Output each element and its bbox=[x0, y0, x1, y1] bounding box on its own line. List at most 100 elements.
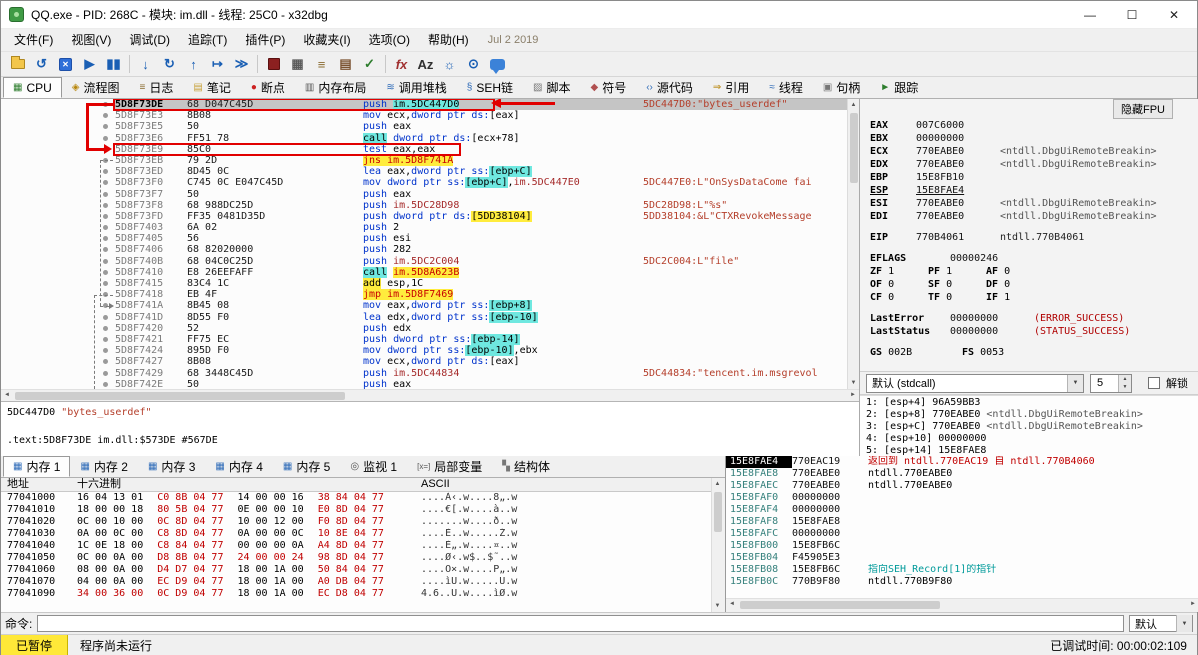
memory-row[interactable]: 77041070 04 00 0A 00 EC D9 04 77 18 00 1A 0… bbox=[1, 576, 711, 588]
case-button[interactable]: Az bbox=[414, 53, 437, 75]
instruction-dot[interactable] bbox=[103, 113, 108, 119]
instruction-dot[interactable] bbox=[103, 381, 108, 387]
register-edi[interactable]: EDI 770EABE0 <ntdll.DbgUiRemoteBreakin> bbox=[870, 210, 1198, 223]
disasm-hscrollbar[interactable]: ◄ ► bbox=[1, 389, 859, 401]
hide-fpu-button[interactable]: 隐藏FPU bbox=[1113, 99, 1173, 119]
stack-row[interactable]: 15E8FB08 15E8FB6C 指向SEH_Record[1]的指针 bbox=[726, 564, 1198, 576]
scroll-left-icon[interactable]: ◄ bbox=[1, 390, 13, 401]
disasm-row[interactable]: 5D8F740B 68 04C0C25D push im.5DC2C004 5DC2C… bbox=[1, 256, 847, 267]
pause-button[interactable]: ▮▮ bbox=[102, 53, 125, 75]
stack-arg-row[interactable]: 2: [esp+8] 770EABE0 <ntdll.DbgUiRemoteBr… bbox=[866, 409, 1193, 421]
settings-button[interactable]: ☼ bbox=[438, 53, 461, 75]
memory-vscrollbar[interactable]: ▲ ▼ bbox=[711, 478, 725, 612]
instruction-dot[interactable] bbox=[103, 236, 108, 242]
instruction-dot[interactable] bbox=[103, 348, 108, 354]
unlock-checkbox[interactable] bbox=[1148, 377, 1160, 389]
stack-row[interactable]: 15E8FAFC 00000000 bbox=[726, 528, 1198, 540]
disasm-row[interactable]: 5D8F73F7 50 push eax bbox=[1, 189, 847, 200]
instruction-dot[interactable] bbox=[103, 180, 108, 186]
stop-button[interactable] bbox=[54, 53, 77, 75]
tab-dump5[interactable]: ▦ 内存 5 bbox=[273, 456, 340, 477]
menu-item-trace[interactable]: 追踪(T) bbox=[179, 29, 236, 51]
memory-row[interactable]: 77041020 0C 00 10 00 0C 8D 04 77 10 00 12 0… bbox=[1, 516, 711, 528]
register-eax[interactable]: EAX 007C6000 bbox=[870, 119, 1198, 132]
disasm-row[interactable]: 5D8F7429 68 3448C45D push im.5DC44834 5DC44… bbox=[1, 368, 847, 379]
disasm-row[interactable]: 5D8F73E3 8B08 mov ecx,dword ptr ds:[eax] bbox=[1, 110, 847, 121]
maximize-button[interactable]: ☐ bbox=[1111, 2, 1153, 28]
tab-seh[interactable]: § SEH链 bbox=[457, 77, 523, 98]
menu-item-plugins[interactable]: 插件(P) bbox=[236, 29, 294, 51]
flag-sf[interactable]: SF 0 bbox=[928, 278, 986, 291]
flag-if[interactable]: IF 1 bbox=[986, 291, 1044, 304]
register-ebx[interactable]: EBX 00000000 bbox=[870, 132, 1198, 145]
flag-zf[interactable]: ZF 1 bbox=[870, 265, 928, 278]
menu-item-debug[interactable]: 调试(D) bbox=[120, 29, 179, 51]
disasm-row[interactable]: 5D8F7410 E8 26EEFAFF call im.5D8A623B bbox=[1, 266, 847, 278]
instruction-dot[interactable] bbox=[103, 247, 108, 253]
stack-row[interactable]: 15E8FAEC 770EABE0 ntdll.770EABE0 bbox=[726, 480, 1198, 492]
comments-button[interactable] bbox=[486, 53, 509, 75]
tab-dump1[interactable]: ▦ 内存 1 bbox=[3, 456, 71, 477]
stack-row[interactable]: 15E8FAF4 00000000 bbox=[726, 504, 1198, 516]
breakpoints-button[interactable] bbox=[262, 53, 285, 75]
memory-row[interactable]: 77041010 18 00 00 18 80 5B 04 77 0E 00 00 1… bbox=[1, 504, 711, 516]
tab-source[interactable]: ‹› 源代码 bbox=[636, 77, 703, 98]
scroll-down-icon[interactable]: ▼ bbox=[848, 377, 859, 389]
instruction-dot[interactable] bbox=[103, 314, 108, 320]
tab-cpu[interactable]: ▦ CPU bbox=[3, 77, 62, 98]
tab-log[interactable]: ≡ 日志 bbox=[130, 77, 184, 98]
menu-item-favourites[interactable]: 收藏夹(I) bbox=[294, 29, 359, 51]
search-button[interactable]: ⊙ bbox=[462, 53, 485, 75]
disasm-hscroll-thumb[interactable] bbox=[15, 392, 345, 400]
disasm-row[interactable]: 5D8F7406 68 82020000 push 282 bbox=[1, 244, 847, 255]
tab-dump4[interactable]: ▦ 内存 4 bbox=[205, 456, 272, 477]
disasm-row[interactable]: 5D8F7424 895D F0 mov dword ptr ss:[ebp-10]… bbox=[1, 345, 847, 357]
disasm-row[interactable]: 5D8F7420 52 push edx bbox=[1, 323, 847, 334]
menu-item-help[interactable]: 帮助(H) bbox=[419, 29, 478, 51]
disasm-row[interactable]: 5D8F73F0 C745 0C E047C45D mov dword ptr ss… bbox=[1, 177, 847, 189]
flag-pf[interactable]: PF 1 bbox=[928, 265, 986, 278]
disasm-row[interactable]: 5D8F7403 6A 02 push 2 bbox=[1, 222, 847, 233]
minimize-button[interactable]: — bbox=[1069, 2, 1111, 28]
scroll-right-icon[interactable]: ► bbox=[847, 390, 859, 401]
disasm-row[interactable]: 5D8F7421 FF75 EC push dword ptr ss:[ebp-14… bbox=[1, 333, 847, 345]
stack-row[interactable]: 15E8FAE8 770EABE0 ntdll.770EABE0 bbox=[726, 468, 1198, 480]
stack-row[interactable]: 15E8FAF0 00000000 bbox=[726, 492, 1198, 504]
tab-call-stack[interactable]: ≋ 调用堆栈 bbox=[376, 77, 456, 98]
register-edx[interactable]: EDX 770EABE0 <ntdll.DbgUiRemoteBreakin> bbox=[870, 158, 1198, 171]
disasm-row[interactable]: 5D8F73E5 50 push eax bbox=[1, 121, 847, 132]
disasm-row[interactable]: 5D8F741D 8D55 F0 lea edx,dword ptr ss:[ebp… bbox=[1, 311, 847, 323]
functions-button[interactable]: fx bbox=[390, 53, 413, 75]
instruction-dot[interactable] bbox=[103, 370, 108, 376]
memory-row[interactable]: 77041040 1C 0E 18 00 C8 84 04 77 00 00 00 0… bbox=[1, 540, 711, 552]
flag-df[interactable]: DF 0 bbox=[986, 278, 1044, 291]
open-file-button[interactable] bbox=[6, 53, 29, 75]
tab-trace[interactable]: ► 跟踪 bbox=[870, 77, 928, 98]
disasm-row[interactable]: 5D8F73F8 68 988DC25D push im.5DC28D98 5DC28… bbox=[1, 200, 847, 211]
patches-button[interactable]: ▤ bbox=[334, 53, 357, 75]
instruction-dot[interactable] bbox=[103, 225, 108, 231]
disasm-vscroll-thumb[interactable] bbox=[850, 113, 858, 183]
restart-button[interactable]: ↺ bbox=[30, 53, 53, 75]
tab-notes[interactable]: ▤ 笔记 bbox=[183, 77, 240, 98]
memory-map-button[interactable]: ▦ bbox=[286, 53, 309, 75]
disasm-row[interactable]: 5D8F7418 EB 4F jmp im.5D8F7469 bbox=[1, 289, 847, 301]
segment-gs[interactable]: GS 002B bbox=[870, 346, 962, 359]
memory-row[interactable]: 77041000 16 04 13 01 C0 8B 04 77 14 00 00 1… bbox=[1, 492, 711, 504]
instruction-dot[interactable] bbox=[103, 258, 108, 264]
register-esp[interactable]: ESP 15E8FAE4 bbox=[870, 184, 1198, 197]
arg-count-spinner[interactable]: 5 ▲ ▼ bbox=[1090, 373, 1132, 393]
disasm-row[interactable]: 5D8F73EB 79 2D jns im.5D8F741A bbox=[1, 154, 847, 166]
segment-fs[interactable]: FS 0053 bbox=[962, 346, 1054, 359]
spin-up-icon[interactable]: ▲ bbox=[1119, 375, 1131, 383]
instruction-dot[interactable] bbox=[103, 336, 108, 342]
disasm-row[interactable]: 5D8F7415 83C4 1C add esp,1C bbox=[1, 278, 847, 289]
tab-references[interactable]: ⇒ 引用 bbox=[703, 77, 759, 98]
chevron-down-icon[interactable]: ▼ bbox=[1176, 615, 1192, 632]
memory-row[interactable]: 77041060 08 00 0A 00 D4 D7 04 77 18 00 1A 0… bbox=[1, 564, 711, 576]
close-button[interactable]: ✕ bbox=[1153, 2, 1195, 28]
instruction-dot[interactable] bbox=[103, 202, 108, 208]
animate-into-button[interactable]: ≫ bbox=[230, 53, 253, 75]
disasm-vscrollbar[interactable]: ▲ ▼ bbox=[847, 99, 859, 389]
command-profile-dropdown[interactable]: 默认 ▼ bbox=[1129, 615, 1193, 632]
